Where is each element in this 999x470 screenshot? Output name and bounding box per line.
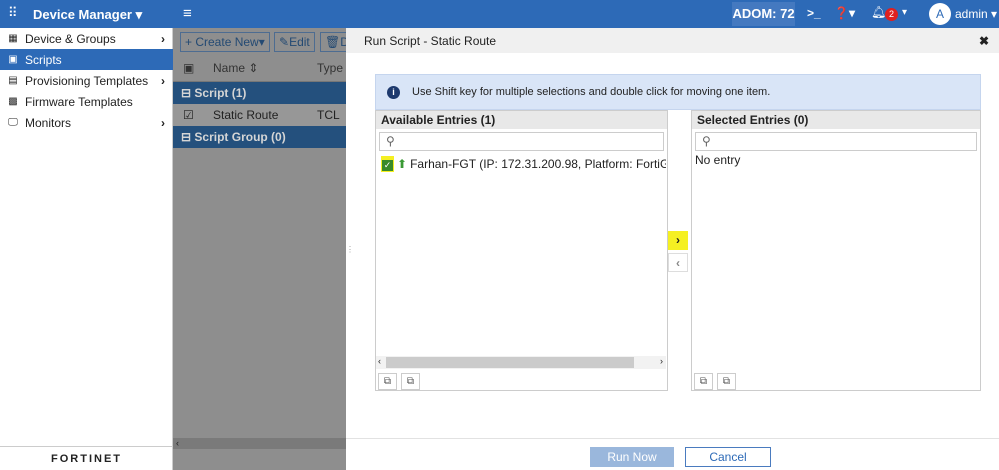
select-all-button[interactable]: ⧉	[378, 373, 397, 390]
label: Provisioning Templates	[25, 73, 149, 88]
deselect-all-button[interactable]: ⧉	[401, 373, 420, 390]
entry-checkbox[interactable]: ✓	[382, 160, 393, 171]
group-row-script-group[interactable]: ⊟ Script Group (0)	[173, 126, 346, 148]
chevron-right-icon: ›	[161, 31, 165, 46]
script-type: TCL	[317, 108, 340, 122]
search-icon: ⚲	[386, 134, 395, 148]
app-title: Device Manager	[33, 7, 132, 22]
resize-handle[interactable]: ⋮	[346, 245, 354, 254]
empty-message: No entry	[695, 153, 741, 167]
chevron-right-icon: ›	[161, 115, 165, 130]
label: Device & Groups	[25, 31, 116, 46]
close-icon[interactable]: ✖	[979, 34, 989, 48]
label: Script (1)	[194, 86, 247, 100]
footer-divider	[346, 438, 999, 439]
avatar[interactable]: A	[929, 3, 951, 25]
search-icon: ⚲	[702, 134, 711, 148]
move-right-button[interactable]: ›	[668, 231, 688, 250]
device-up-arrow-icon: ⬆	[397, 157, 408, 171]
device-icon: ▦	[8, 33, 18, 44]
table-header: ▣ Name ⇕ Type	[173, 55, 346, 82]
selected-entries-list: Selected Entries (0) ⚲ No entry ⧉ ⧉	[691, 110, 981, 391]
sidebar: ▦ Device & Groups › ▣ Scripts ▤ Provisioning…	[0, 28, 173, 470]
monitor-icon: 🖵	[8, 117, 18, 128]
horizontal-scrollbar[interactable]: ‹ ›	[376, 356, 666, 369]
scroll-left-icon[interactable]: ‹	[378, 356, 381, 366]
sidebar-item-monitors[interactable]: 🖵 Monitors ›	[0, 112, 173, 133]
horizontal-scrollbar[interactable]: ‹	[173, 438, 346, 449]
user-name: admin	[955, 7, 988, 21]
run-script-dialog: Run Script - Static Route ✖ i Use Shift …	[346, 28, 999, 470]
selected-entries-header: Selected Entries (0)	[692, 111, 980, 129]
run-now-button[interactable]: Run Now	[590, 447, 674, 467]
chip-icon: ▩	[8, 96, 18, 107]
group-row-script[interactable]: ⊟ Script (1)	[173, 82, 346, 104]
dialog-title: Run Script - Static Route	[364, 33, 497, 48]
edit-button[interactable]: ✎ Edit	[274, 32, 315, 52]
bell-icon[interactable]: 🔔︎	[871, 5, 886, 19]
sidebar-item-firmware-templates[interactable]: ▩ Firmware Templates	[0, 91, 173, 112]
adom-selector[interactable]: ADOM: 72	[732, 2, 795, 26]
label: Name	[213, 61, 246, 75]
scripts-panel-dimmed: + Create New ▾ ✎ Edit 🗑 D ▣ Name ⇕ Type ⊟ S…	[173, 28, 350, 470]
scrollbar-thumb[interactable]	[386, 357, 634, 368]
label: Scripts	[25, 52, 62, 67]
script-name: Static Route	[213, 108, 279, 122]
list-item[interactable]: ✓ ⬆ Farhan-FGT (IP: 172.31.200.98, Platf…	[381, 156, 666, 172]
scroll-right-icon[interactable]: ›	[660, 356, 663, 366]
label: Create New	[195, 35, 259, 49]
info-banner: i Use Shift key for multiple selections …	[375, 74, 981, 110]
template-icon: ▤	[8, 75, 18, 86]
available-entries-header: Available Entries (1)	[376, 111, 667, 129]
sidebar-item-scripts[interactable]: ▣ Scripts	[0, 49, 173, 70]
available-entries-list: Available Entries (1) ⚲ ✓ ⬆ Farhan-FGT (…	[375, 110, 668, 391]
script-icon: ▣	[8, 54, 18, 65]
notification-badge: 2	[885, 8, 898, 21]
col-name[interactable]: Name ⇕	[213, 55, 258, 82]
user-menu[interactable]: admin ▾	[955, 7, 997, 21]
divider	[0, 446, 173, 447]
help-icon[interactable]: ❓▾	[834, 6, 855, 20]
available-search-input[interactable]: ⚲	[379, 132, 664, 151]
label: Script Group (0)	[194, 130, 286, 144]
sidebar-item-provisioning-templates[interactable]: ▤ Provisioning Templates ›	[0, 70, 173, 91]
col-type[interactable]: Type	[317, 55, 343, 82]
move-left-button[interactable]: ‹	[668, 253, 688, 272]
select-all-button[interactable]: ⧉	[694, 373, 713, 390]
hamburger-icon[interactable]: ≡	[183, 5, 192, 22]
deselect-all-button[interactable]: ⧉	[717, 373, 736, 390]
label: Monitors	[25, 115, 72, 130]
label: Edit	[289, 35, 310, 49]
info-icon: i	[387, 85, 400, 99]
selected-search-input[interactable]: ⚲	[695, 132, 977, 151]
chevron-right-icon: ›	[161, 73, 165, 88]
table-row[interactable]: ☑ Static Route TCL	[173, 104, 346, 126]
info-text: Use Shift key for multiple selections an…	[412, 86, 771, 98]
fortinet-logo: FORTINET	[51, 453, 122, 465]
cancel-button[interactable]: Cancel	[685, 447, 771, 467]
entry-label: Farhan-FGT (IP: 172.31.200.98, Platform:…	[410, 157, 666, 171]
select-all-checkbox[interactable]: ▣	[183, 55, 194, 82]
label: Firmware Templates	[25, 94, 133, 109]
app-grid-icon[interactable]: ⠿	[8, 5, 18, 21]
cli-console-icon[interactable]: >_	[807, 6, 821, 20]
sidebar-item-device-groups[interactable]: ▦ Device & Groups ›	[0, 28, 173, 49]
create-new-button[interactable]: + Create New ▾	[180, 32, 270, 52]
top-bar: ⠿ Device Manager ▾ ≡ ADOM: 72 >_ ❓▾ 🔔︎ 2…	[0, 0, 999, 28]
app-menu[interactable]: Device Manager ▾	[33, 7, 142, 23]
chevron-down-icon[interactable]: ▾	[902, 7, 907, 18]
row-checkbox[interactable]: ☑	[183, 104, 194, 126]
dialog-header: Run Script - Static Route	[346, 28, 999, 53]
